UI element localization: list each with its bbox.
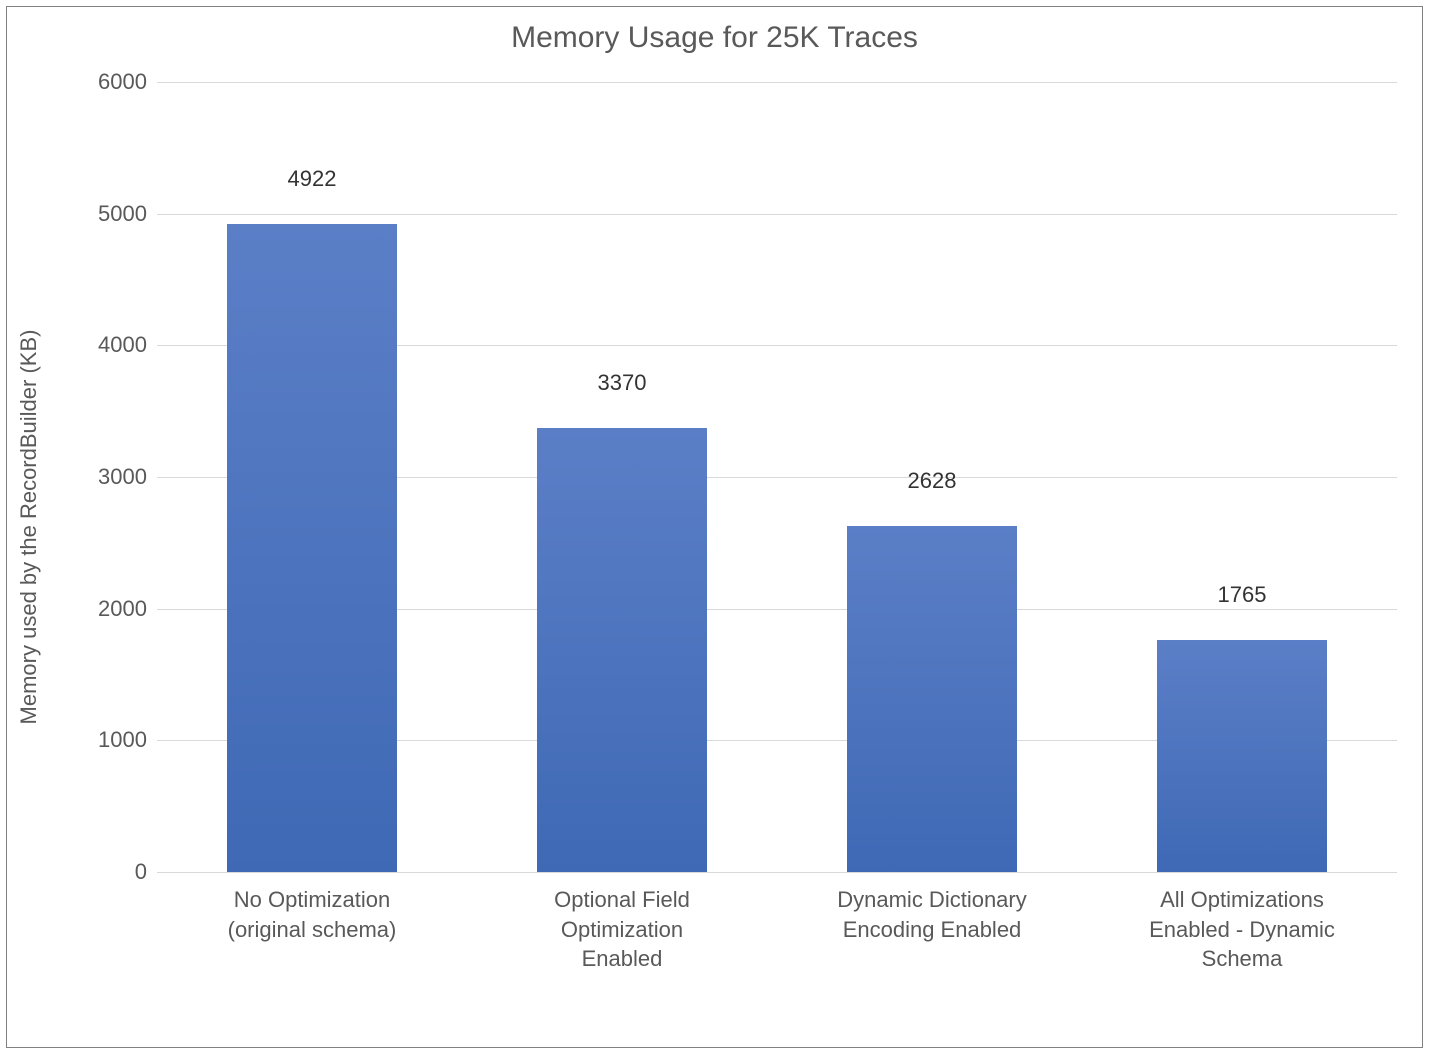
y-tick-label: 4000 <box>87 332 147 358</box>
y-tick-label: 0 <box>87 859 147 885</box>
y-tick-label: 1000 <box>87 727 147 753</box>
y-axis-label: Memory used by the RecordBuilder (KB) <box>16 330 42 725</box>
bar-value-label: 3370 <box>537 370 708 396</box>
y-tick-label: 5000 <box>87 201 147 227</box>
chart-frame: Memory Usage for 25K Traces Memory used … <box>6 6 1423 1048</box>
x-tick-label: No Optimization(original schema) <box>173 885 452 944</box>
x-tick-label: Optional FieldOptimizationEnabled <box>483 885 762 974</box>
bar-value-label: 1765 <box>1157 582 1328 608</box>
bars-layer: 4922 3370 2628 1765 <box>157 82 1397 872</box>
bar <box>227 224 398 872</box>
bar <box>537 428 708 872</box>
bar <box>1157 640 1328 872</box>
y-tick-label: 6000 <box>87 69 147 95</box>
y-tick-label: 3000 <box>87 464 147 490</box>
chart-title: Memory Usage for 25K Traces <box>7 21 1422 55</box>
bar-value-label: 2628 <box>847 468 1018 494</box>
plot-area: 0100020003000400050006000 49223370262817… <box>157 82 1397 872</box>
x-tick-label: All OptimizationsEnabled - DynamicSchema <box>1103 885 1382 974</box>
y-tick-label: 2000 <box>87 596 147 622</box>
x-tick-label: Dynamic DictionaryEncoding Enabled <box>793 885 1072 944</box>
gridline <box>157 872 1397 873</box>
bar <box>847 526 1018 872</box>
bar-value-label: 4922 <box>227 166 398 192</box>
